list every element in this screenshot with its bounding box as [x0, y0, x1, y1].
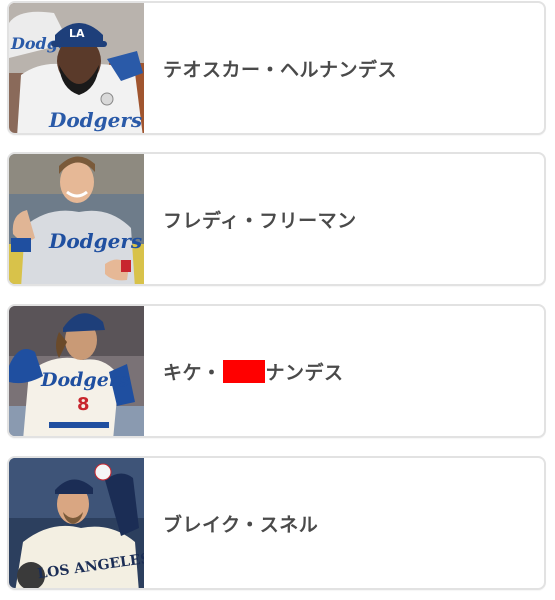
player-name-text: フレディ・フリーマン	[163, 209, 357, 232]
player-card-freeman[interactable]: Dodgers フレディ・フリーマン	[7, 152, 546, 286]
player-name-text: テオスカー・ヘルナンデス	[163, 58, 398, 81]
player-card-kike[interactable]: Dodgers 8 キケ・ ナンデス	[7, 304, 546, 438]
player-name-last: ナンデス	[265, 361, 344, 384]
player-photo-snell: LOS ANGELES	[9, 458, 144, 588]
player-photo-hernandez: Dodgers LA Dodgers	[9, 3, 144, 133]
redaction-block	[222, 359, 265, 383]
player-name-text: ブレイク・スネル	[163, 513, 319, 536]
player-name: フレディ・フリーマン	[163, 154, 357, 284]
player-card-snell[interactable]: LOS ANGELES ブレイク・スネル	[7, 456, 546, 590]
player-name-first: キケ・	[163, 361, 222, 384]
player-name: テオスカー・ヘルナンデス	[163, 3, 397, 133]
player-list: Dodgers LA Dodgers テオスカー・ヘルナンデス Dodgers …	[0, 0, 555, 600]
player-photo-kike: Dodgers 8	[9, 306, 144, 436]
player-name: キケ・ ナンデス	[163, 306, 344, 436]
player-card-hernandez[interactable]: Dodgers LA Dodgers テオスカー・ヘルナンデス	[7, 1, 546, 135]
svg-text:Dodgers: Dodgers	[40, 369, 130, 391]
svg-text:LA: LA	[69, 27, 85, 40]
svg-text:Dodgers: Dodgers	[48, 108, 142, 132]
svg-text:8: 8	[77, 394, 90, 415]
svg-text:Dodgers: Dodgers	[48, 229, 142, 253]
player-name: ブレイク・スネル	[163, 458, 318, 588]
player-photo-freeman: Dodgers	[9, 154, 144, 284]
